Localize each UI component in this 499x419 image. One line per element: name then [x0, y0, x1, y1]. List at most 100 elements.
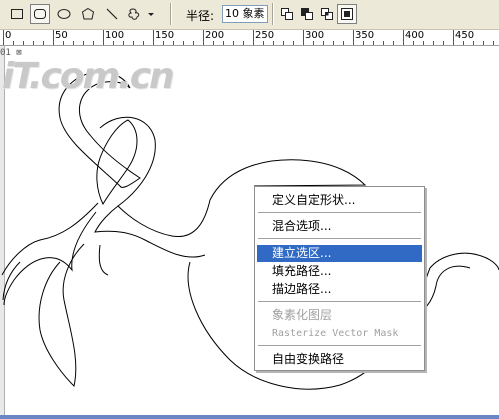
ruler-minor-tick: [233, 41, 234, 45]
ruler-label: 200: [205, 30, 225, 41]
subtract-shape-button[interactable]: [297, 4, 317, 24]
menu-separator: [258, 238, 421, 239]
polygon-tool-icon: [81, 7, 95, 20]
ampersand-path: [1, 202, 99, 306]
ruler-minor-tick: [93, 41, 94, 45]
rectangle-tool-button[interactable]: [7, 4, 27, 24]
menu-item-make-selection[interactable]: 建立选区...: [257, 245, 422, 262]
menu-separator: [258, 212, 421, 213]
ruler-major-tick: [153, 30, 154, 45]
ruler-label: 350: [355, 30, 375, 41]
ruler-minor-tick: [83, 41, 84, 45]
ruler-major-tick: [203, 30, 204, 45]
add-to-shape-icon: [281, 8, 293, 20]
ruler-minor-tick: [213, 41, 214, 45]
custom-shape-tool-icon: [128, 8, 154, 20]
radius-label: 半径:: [186, 9, 215, 23]
ruler-label: 300: [305, 30, 325, 41]
ruler-major-tick: [353, 30, 354, 45]
intersect-shape-button[interactable]: [317, 4, 337, 24]
ruler-minor-tick: [163, 41, 164, 45]
ruler-minor-tick: [363, 41, 364, 45]
ruler-minor-tick: [133, 41, 134, 45]
ampersand-path: [2, 261, 21, 301]
ruler-minor-tick: [323, 41, 324, 45]
vertical-ruler[interactable]: [0, 46, 5, 419]
ampersand-path: [96, 119, 138, 206]
ruler-label: 450: [455, 30, 475, 41]
exclude-shape-button[interactable]: [337, 4, 357, 24]
ruler-minor-tick: [313, 41, 314, 45]
horizontal-ruler[interactable]: 0 50 100 150 200 250 300 350 400 450: [0, 30, 499, 46]
ruler-minor-tick: [223, 41, 224, 45]
ruler-minor-tick: [273, 41, 274, 45]
toolbar-divider: [272, 3, 273, 25]
ruler-major-tick: [3, 30, 4, 45]
menu-item-fill-path[interactable]: 填充路径...: [257, 263, 422, 280]
ruler-major-tick: [103, 30, 104, 45]
menu-item-define-custom-shape[interactable]: 定义自定形状...: [257, 192, 422, 209]
ruler-minor-tick: [463, 41, 464, 45]
rectangle-tool-icon: [11, 9, 23, 19]
line-tool-icon: [106, 8, 118, 20]
ruler-label: 250: [255, 30, 275, 41]
ruler-minor-tick: [73, 41, 74, 45]
ruler-minor-tick: [423, 41, 424, 45]
ruler-minor-tick: [263, 41, 264, 45]
ruler-minor-tick: [33, 41, 34, 45]
window-bottom-border: [0, 415, 499, 419]
menu-item-free-transform-path[interactable]: 自由变换路径: [257, 351, 422, 368]
menu-item-stroke-path[interactable]: 描边路径...: [257, 281, 422, 298]
polygon-tool-button[interactable]: [78, 4, 98, 24]
ruler-minor-tick: [43, 41, 44, 45]
ruler-minor-tick: [183, 41, 184, 45]
ruler-minor-tick: [473, 41, 474, 45]
line-tool-button[interactable]: [102, 4, 122, 24]
ruler-label: 50: [55, 30, 68, 41]
ruler-minor-tick: [493, 41, 494, 45]
ruler-minor-tick: [393, 41, 394, 45]
ruler-minor-tick: [143, 41, 144, 45]
subtract-shape-icon: [301, 8, 313, 20]
ruler-minor-tick: [13, 41, 14, 45]
ruler-minor-tick: [433, 41, 434, 45]
ruler-label: 100: [105, 30, 125, 41]
ruler-minor-tick: [373, 41, 374, 45]
add-to-shape-button[interactable]: [277, 4, 297, 24]
context-menu: 定义自定形状... 混合选项... 建立选区... 填充路径... 描边路径..…: [254, 186, 425, 371]
chevron-down-icon: [148, 13, 154, 16]
ruler-minor-tick: [383, 41, 384, 45]
rounded-rectangle-tool-button[interactable]: [30, 4, 50, 24]
ruler-minor-tick: [483, 41, 484, 45]
options-toolbar: 半径: 10 象素: [0, 0, 499, 30]
ruler-minor-tick: [443, 41, 444, 45]
ellipse-tool-icon: [57, 9, 71, 19]
exclude-shape-icon: [341, 8, 353, 20]
ruler-major-tick: [403, 30, 404, 45]
ruler-minor-tick: [243, 41, 244, 45]
ruler-minor-tick: [173, 41, 174, 45]
radius-input[interactable]: 10 象素: [222, 5, 268, 23]
custom-shape-tool-button[interactable]: [126, 4, 156, 24]
menu-item-rasterize-vector-mask: Rasterize Vector Mask: [272, 328, 399, 339]
menu-item-rasterize-layer: 象素化图层: [272, 308, 333, 322]
watermark-logo: iT.com.cn: [2, 56, 175, 97]
rounded-rectangle-tool-icon: [34, 9, 46, 19]
ruler-minor-tick: [413, 41, 414, 45]
ruler-label: 0: [5, 30, 12, 41]
menu-separator: [258, 345, 421, 346]
ruler-minor-tick: [333, 41, 334, 45]
menu-item-blending-options[interactable]: 混合选项...: [257, 218, 422, 235]
ruler-minor-tick: [63, 41, 64, 45]
ampersand-path: [38, 243, 85, 387]
ruler-minor-tick: [343, 41, 344, 45]
ruler-major-tick: [53, 30, 54, 45]
toolbar-divider: [170, 3, 171, 25]
ruler-minor-tick: [123, 41, 124, 45]
ruler-minor-tick: [293, 41, 294, 45]
ampersand-path: [94, 205, 206, 276]
ruler-major-tick: [303, 30, 304, 45]
ellipse-tool-button[interactable]: [54, 4, 74, 24]
ruler-label: 400: [405, 30, 425, 41]
ruler-label: 150: [155, 30, 175, 41]
